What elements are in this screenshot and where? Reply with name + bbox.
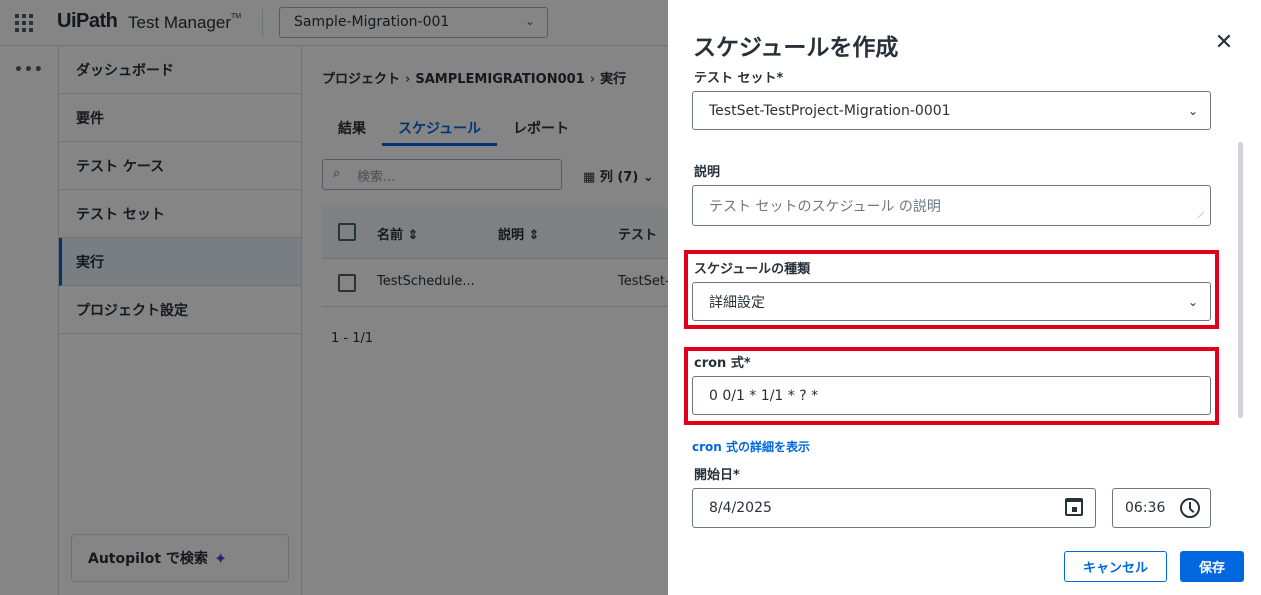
create-schedule-drawer: スケジュールを作成 ✕ テスト セット* TestSet-TestProject…: [668, 0, 1261, 595]
schedule-type-value: 詳細設定: [709, 294, 765, 311]
cron-details-link[interactable]: cron 式の詳細を表示: [692, 438, 810, 455]
start-time-value: 06:36: [1125, 500, 1166, 516]
testset-select-value: TestSet-TestProject-Migration-0001: [709, 102, 951, 119]
cron-input[interactable]: 0 0/1 * 1/1 * ? *: [692, 376, 1211, 415]
description-textarea[interactable]: テスト セットのスケジュール の説明 ⟋: [692, 185, 1211, 226]
testset-label: テスト セット*: [694, 72, 784, 86]
clock-icon[interactable]: [1180, 498, 1200, 518]
start-date-input[interactable]: 8/4/2025: [692, 488, 1096, 528]
schedule-type-label: スケジュールの種類: [694, 262, 811, 277]
testset-select[interactable]: TestSet-TestProject-Migration-0001 ⌄: [692, 91, 1211, 130]
cron-label: cron 式*: [694, 356, 751, 371]
drawer-title: スケジュールを作成: [693, 35, 899, 61]
start-date-label: 開始日*: [694, 468, 740, 483]
drawer-form: テスト セット* TestSet-TestProject-Migration-0…: [668, 72, 1261, 540]
chevron-down-icon: ⌄: [1187, 104, 1198, 118]
chevron-down-icon: ⌄: [1187, 295, 1198, 309]
close-icon[interactable]: ✕: [1211, 30, 1237, 56]
cancel-button[interactable]: キャンセル: [1064, 551, 1167, 582]
save-button[interactable]: 保存: [1180, 551, 1244, 582]
start-time-input[interactable]: 06:36: [1112, 488, 1211, 528]
resize-handle-icon[interactable]: ⟋: [1198, 211, 1204, 221]
schedule-type-select[interactable]: 詳細設定 ⌄: [692, 282, 1211, 321]
description-label: 説明: [694, 165, 721, 180]
cron-input-value: 0 0/1 * 1/1 * ? *: [709, 387, 819, 404]
calendar-icon[interactable]: [1065, 498, 1083, 516]
modal-backdrop[interactable]: [0, 0, 668, 595]
drawer-scrollbar[interactable]: [1238, 142, 1243, 418]
start-date-value: 8/4/2025: [709, 500, 772, 516]
description-placeholder: テスト セットのスケジュール の説明: [709, 198, 941, 215]
